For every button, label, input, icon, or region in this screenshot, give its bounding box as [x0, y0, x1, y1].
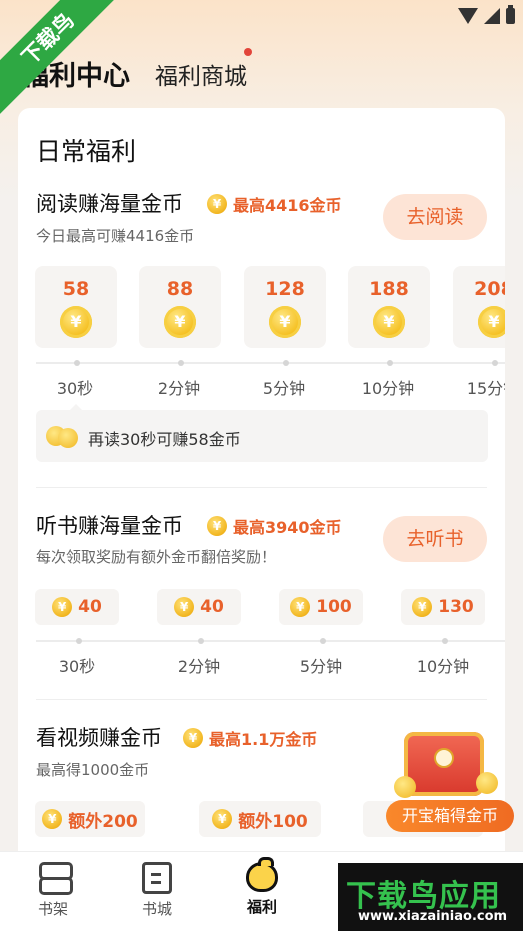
money-bag-icon	[246, 857, 278, 892]
video-subtitle: 最高得1000金币	[36, 761, 150, 779]
reward-amount: 额外100	[238, 811, 308, 832]
coin-icon: ¥	[269, 306, 301, 338]
timeline-dot	[74, 360, 80, 366]
reading-timeline	[36, 360, 505, 366]
bookshelf-icon	[36, 862, 73, 895]
book-icon	[142, 862, 172, 894]
coin-icon: ¥	[373, 306, 405, 338]
open-chest-label: 开宝箱得金币	[386, 800, 514, 832]
coin-icon: ¥	[52, 597, 73, 617]
reward-amount: 88	[166, 278, 194, 300]
reward-amount: 40	[78, 597, 102, 617]
coin-icon: ¥	[478, 306, 505, 338]
timeline-label: 2分钟	[157, 379, 201, 398]
divider	[36, 699, 487, 700]
lock-icon	[434, 748, 454, 768]
coin-icon: ¥	[183, 728, 203, 748]
reading-tip: 再读30秒可赚58金币	[36, 410, 488, 462]
reward-amount: 40	[200, 597, 224, 617]
listen-reward-pill[interactable]: ¥ 130	[401, 589, 485, 625]
video-max: ¥ 最高1.1万金币	[183, 726, 317, 750]
reward-box[interactable]: 208 ¥	[453, 266, 505, 348]
listen-reward-pill[interactable]: ¥ 40	[157, 589, 241, 625]
reward-amount: 128	[265, 278, 305, 300]
reward-box[interactable]: 188 ¥	[348, 266, 430, 348]
listening-max: ¥ 最高3940金币	[207, 514, 342, 538]
nav-label: 书城	[141, 900, 172, 918]
coin-icon: ¥	[207, 194, 227, 214]
reading-subtitle: 今日最高可赚4416金币	[36, 227, 195, 245]
go-listen-button[interactable]: 去听书	[383, 516, 487, 562]
listen-reward-pill[interactable]: ¥ 100	[279, 589, 363, 625]
nav-bookstore[interactable]: 书城	[127, 862, 187, 919]
timeline-label: 2分钟	[177, 657, 221, 676]
reading-title: 阅读赚海量金币	[36, 192, 183, 216]
coin-icon: ¥	[290, 597, 311, 617]
timeline-dot	[178, 360, 184, 366]
reading-rewards: 58 ¥ 88 ¥ 128 ¥ 188 ¥ 208 ¥	[18, 266, 505, 356]
nav-welfare[interactable]: 福利	[232, 857, 292, 917]
watermark-url: www.xiazainiao.com	[358, 909, 508, 924]
coin-icon: ¥	[42, 809, 63, 829]
nav-bookshelf[interactable]: 书架	[23, 862, 83, 919]
reward-amount: 208	[474, 278, 505, 300]
video-reward-pill[interactable]: ¥ 额外100	[199, 801, 321, 837]
timeline-dot	[198, 638, 204, 644]
coin-icon: ¥	[174, 597, 195, 617]
video-title: 看视频赚金币	[36, 726, 162, 750]
timeline-label: 30秒	[56, 379, 94, 398]
reward-amount: 额外200	[68, 811, 138, 832]
listening-max-text: 最高3940金币	[233, 518, 342, 537]
signal-icon	[484, 8, 500, 24]
reward-box[interactable]: 128 ¥	[244, 266, 326, 348]
coin-icon: ¥	[164, 306, 196, 338]
listen-reward-pill[interactable]: ¥ 40	[35, 589, 119, 625]
reward-amount: 188	[369, 278, 409, 300]
battery-icon	[506, 5, 515, 24]
listening-title: 听书赚海量金币	[36, 514, 183, 538]
reward-box[interactable]: 58 ¥	[35, 266, 117, 348]
video-reward-pill[interactable]: ¥ 额外200	[35, 801, 145, 837]
timeline-dot	[442, 638, 448, 644]
wifi-icon	[458, 8, 478, 24]
coin-icon	[476, 772, 498, 794]
tip-text: 再读30秒可赚58金币	[88, 430, 241, 449]
reward-amount: 130	[438, 597, 474, 617]
reading-max-text: 最高4416金币	[233, 196, 342, 215]
listening-subtitle: 每次领取奖励有额外金币翻倍奖励！	[36, 548, 277, 566]
timeline-dot	[387, 360, 393, 366]
watermark-logo: 下载鸟应用 www.xiazainiao.com	[338, 863, 523, 931]
reward-amount: 58	[62, 278, 90, 300]
timeline-dot	[320, 638, 326, 644]
coin-icon: ¥	[412, 597, 433, 617]
nav-label: 书架	[37, 900, 68, 918]
tab-welfare-mall[interactable]: 福利商城	[155, 57, 247, 91]
reading-max: ¥ 最高4416金币	[207, 192, 342, 216]
card-title: 日常福利	[36, 137, 137, 166]
reward-amount: 100	[316, 597, 352, 617]
timeline-label: 15分钟	[466, 379, 505, 398]
timeline-dot	[283, 360, 289, 366]
timeline-label: 30秒	[58, 657, 96, 676]
timeline-dot	[76, 638, 82, 644]
coin-icon: ¥	[207, 516, 227, 536]
timeline-label: 5分钟	[262, 379, 306, 398]
reward-box[interactable]: 88 ¥	[139, 266, 221, 348]
video-max-text: 最高1.1万金币	[209, 730, 318, 749]
coin-icon: ¥	[212, 809, 233, 829]
go-read-button[interactable]: 去阅读	[383, 194, 487, 240]
timeline-label: 10分钟	[416, 657, 470, 676]
timeline-dot	[492, 360, 498, 366]
coins-icon	[46, 426, 82, 448]
page-header: 福利中心 福利商城	[0, 48, 523, 98]
timeline-label: 10分钟	[361, 379, 415, 398]
divider	[36, 487, 487, 488]
coin-icon	[394, 776, 416, 798]
treasure-chest-button[interactable]: 开宝箱得金币	[384, 724, 514, 834]
notification-dot	[244, 48, 252, 56]
timeline-label: 5分钟	[299, 657, 343, 676]
coin-icon: ¥	[60, 306, 92, 338]
listening-timeline	[36, 638, 505, 644]
nav-label: 福利	[246, 898, 277, 916]
